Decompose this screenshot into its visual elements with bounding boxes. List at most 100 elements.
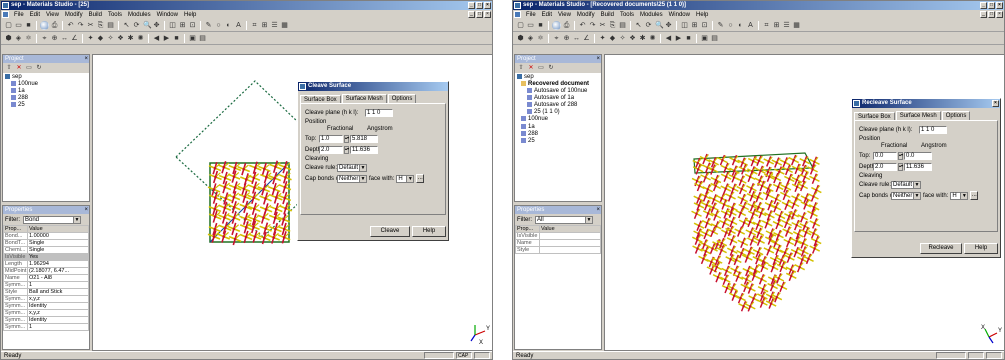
measure-icon[interactable]: ⌖: [40, 34, 49, 43]
property-value[interactable]: Single: [27, 239, 89, 247]
chart-icon[interactable]: ▦: [792, 21, 801, 30]
dmol-icon[interactable]: ◆: [96, 34, 105, 43]
column-header-prop[interactable]: Prop...: [3, 225, 28, 233]
filter-select[interactable]: All ▼: [535, 215, 593, 224]
filter-select[interactable]: Bond ▼: [23, 215, 81, 224]
anim-icon[interactable]: ◀: [664, 34, 673, 43]
sorption-icon[interactable]: ✱: [126, 34, 135, 43]
cleave-rule-select[interactable]: Default ▼: [891, 180, 921, 189]
property-value[interactable]: x,y,z: [27, 295, 89, 303]
refresh-icon[interactable]: ↻: [547, 64, 555, 72]
face-with-select[interactable]: H ▼: [396, 174, 415, 183]
redo-icon[interactable]: ↷: [588, 21, 597, 30]
property-value[interactable]: Yes: [27, 253, 89, 261]
tree-item-sep[interactable]: sep: [517, 74, 599, 81]
select-icon[interactable]: ↖: [122, 21, 131, 30]
tab-surface-mesh[interactable]: Surface Mesh: [341, 94, 387, 103]
property-row[interactable]: Style Ball and Stick: [3, 288, 89, 296]
minimize-button[interactable]: _: [468, 2, 475, 9]
doc-restore-button[interactable]: □: [476, 11, 483, 18]
anim-icon[interactable]: ◀: [152, 34, 161, 43]
doc-minimize-button[interactable]: _: [468, 11, 475, 18]
chart-icon[interactable]: ▦: [280, 21, 289, 30]
zoom2-icon[interactable]: ⊕: [562, 34, 571, 43]
menu-modules[interactable]: Modules: [637, 12, 666, 18]
rotate-icon[interactable]: ⟳: [132, 21, 141, 30]
menu-view[interactable]: View: [43, 12, 62, 18]
column-header-value[interactable]: Value: [27, 225, 89, 233]
forcite-icon[interactable]: ✦: [598, 34, 607, 43]
castep-icon[interactable]: ✧: [106, 34, 115, 43]
label-icon[interactable]: A: [234, 21, 243, 30]
menu-build[interactable]: Build: [86, 12, 105, 18]
tab-options[interactable]: Options: [941, 111, 971, 120]
paste-icon[interactable]: ▤: [106, 21, 115, 30]
doc-minimize-button[interactable]: _: [980, 11, 987, 18]
tree-item[interactable]: Autosave of 288: [517, 102, 599, 109]
tree-item[interactable]: 288: [5, 95, 87, 102]
color-icon[interactable]: ◐: [224, 21, 233, 30]
cleave-plane-input[interactable]: 1 1 0: [919, 125, 947, 134]
open-icon[interactable]: ▭: [14, 21, 23, 30]
list-icon[interactable]: ☰: [782, 21, 791, 30]
up-icon[interactable]: ⇧: [5, 64, 13, 72]
zoom2-icon[interactable]: ⊕: [50, 34, 59, 43]
build-icon[interactable]: ⬢: [4, 34, 13, 43]
undo-icon[interactable]: ↶: [66, 21, 75, 30]
face-with-select[interactable]: H ▼: [950, 191, 969, 200]
save-icon[interactable]: ■: [24, 21, 33, 30]
property-value[interactable]: (2.18077, 6.47...: [27, 267, 89, 275]
cap-bonds-select[interactable]: Neither ▼: [337, 174, 367, 183]
paste-icon[interactable]: ▤: [618, 21, 627, 30]
molecule-icon[interactable]: ⚛: [24, 34, 33, 43]
refresh-icon[interactable]: ↻: [35, 64, 43, 72]
tree-item[interactable]: 1a: [517, 123, 599, 131]
minimize-button[interactable]: _: [980, 2, 987, 9]
property-row[interactable]: Name: [515, 239, 601, 247]
property-value[interactable]: [539, 239, 601, 247]
recleave-button[interactable]: Recleave: [920, 243, 962, 254]
new-folder-icon[interactable]: ▭: [25, 64, 33, 72]
translate-icon[interactable]: ✥: [664, 21, 673, 30]
measure-icon[interactable]: ⌖: [552, 34, 561, 43]
property-value[interactable]: [539, 232, 601, 240]
delete-icon[interactable]: ✕: [527, 64, 535, 72]
up-icon[interactable]: ⇧: [517, 64, 525, 72]
color-icon[interactable]: ◐: [736, 21, 745, 30]
label-icon[interactable]: A: [746, 21, 755, 30]
tree-item[interactable]: 1a: [5, 88, 87, 95]
reflex-icon[interactable]: ✺: [648, 34, 657, 43]
depth-spinner[interactable]: ▴▾: [344, 145, 349, 154]
close-icon[interactable]: ×: [84, 55, 88, 63]
close-icon[interactable]: ×: [84, 206, 88, 214]
fit-icon[interactable]: ⊞: [178, 21, 187, 30]
depth-fractional-input[interactable]: 2.0: [873, 162, 897, 171]
cut-icon[interactable]: ✂: [598, 21, 607, 30]
view-icon[interactable]: ⊡: [188, 21, 197, 30]
menu-view[interactable]: View: [555, 12, 574, 18]
more-button[interactable]: ...: [416, 174, 425, 183]
forcite-icon[interactable]: ✦: [86, 34, 95, 43]
print-icon[interactable]: ⎙: [562, 21, 571, 30]
more-button[interactable]: ...: [970, 191, 979, 200]
new-folder-icon[interactable]: ▭: [537, 64, 545, 72]
close-icon[interactable]: ×: [596, 55, 600, 63]
redo-icon[interactable]: ↷: [76, 21, 85, 30]
property-value[interactable]: 1: [27, 281, 89, 289]
property-row[interactable]: MidPoint (2.18077, 6.47...: [3, 267, 89, 275]
tab-surface-mesh[interactable]: Surface Mesh: [895, 111, 941, 120]
property-value[interactable]: 1.96294: [27, 260, 89, 268]
copy-icon[interactable]: ⎘: [608, 21, 617, 30]
castep-icon[interactable]: ✧: [618, 34, 627, 43]
amorph-icon[interactable]: ❖: [628, 34, 637, 43]
zoom-icon[interactable]: 🔍: [142, 21, 152, 30]
dist-icon[interactable]: ↔: [60, 34, 69, 43]
cleave-button[interactable]: Cleave: [370, 226, 410, 237]
help-button[interactable]: Help: [964, 243, 998, 254]
top-angstrom-input[interactable]: 0.0: [904, 151, 932, 160]
angle-icon[interactable]: ∠: [70, 34, 79, 43]
fit-icon[interactable]: ⊞: [690, 21, 699, 30]
depth-angstrom-input[interactable]: 11.636: [350, 145, 378, 154]
property-row[interactable]: Bond... 1.00000: [3, 232, 89, 240]
menu-build[interactable]: Build: [598, 12, 617, 18]
